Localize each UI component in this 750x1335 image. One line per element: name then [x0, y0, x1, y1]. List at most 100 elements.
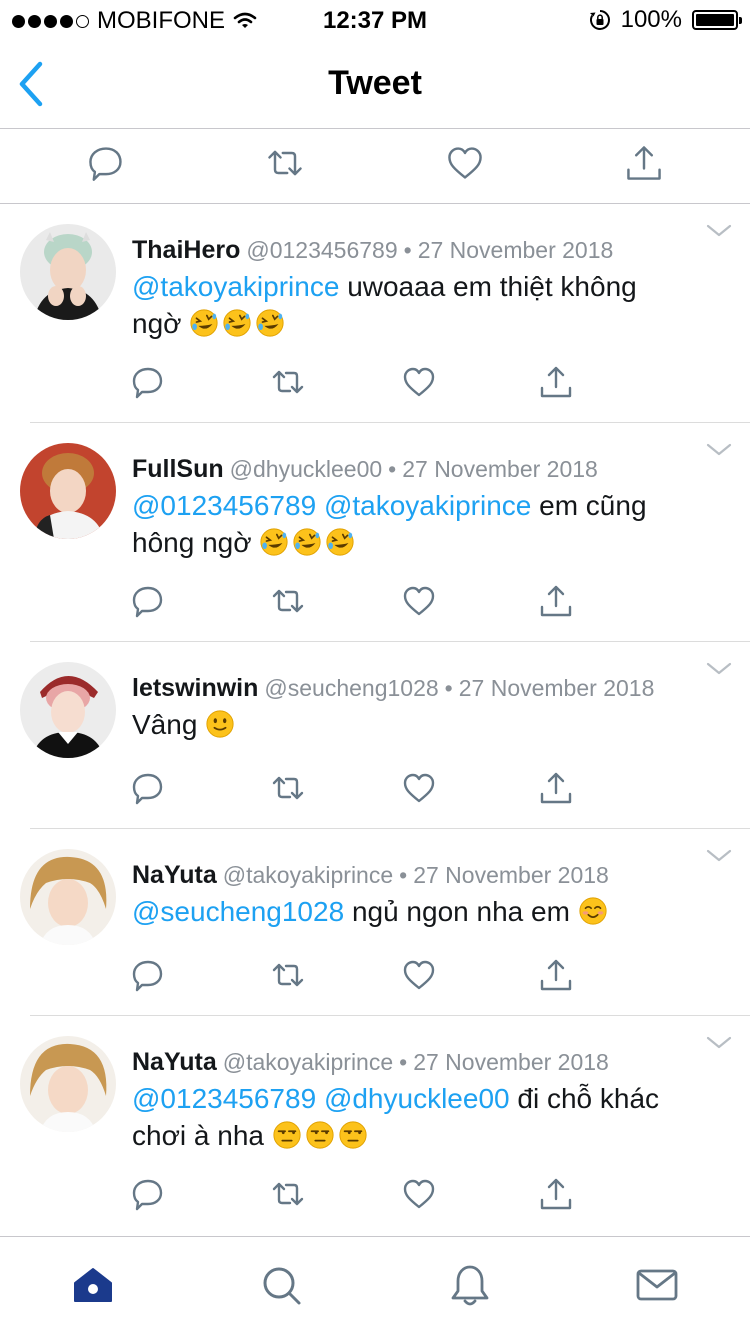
share-icon[interactable]: [538, 583, 574, 619]
wifi-icon: [233, 12, 257, 28]
reply-item[interactable]: NaYuta @takoyakiprince • 27 November 2018 @…: [0, 1016, 750, 1234]
retweet-icon[interactable]: [270, 957, 306, 993]
chevron-down-icon[interactable]: [706, 443, 732, 457]
chevron-down-icon[interactable]: [706, 662, 732, 676]
tweet-text: @takoyakiprince uwoaaa em thiệt không ng…: [132, 271, 637, 339]
unamused-emoji: [272, 1120, 302, 1150]
reply-actions: [0, 957, 750, 997]
rofl-emoji: [255, 308, 285, 338]
like-icon[interactable]: [401, 583, 437, 619]
notifications-icon[interactable]: [448, 1263, 492, 1307]
like-icon[interactable]: [401, 957, 437, 993]
reply-icon[interactable]: [130, 957, 166, 993]
share-icon[interactable]: [538, 770, 574, 806]
rofl-emoji: [292, 527, 322, 557]
retweet-icon[interactable]: [265, 143, 305, 183]
reply-item[interactable]: FullSun @dhyucklee00 • 27 November 2018 @01…: [0, 423, 750, 641]
tweet-text: @0123456789 @takoyakiprince em cũng hông…: [132, 490, 647, 558]
user-handle[interactable]: @0123456789: [246, 237, 397, 263]
reply-header: ThaiHero @0123456789 • 27 November 2018: [132, 236, 613, 265]
unamused-emoji: [338, 1120, 368, 1150]
rofl-emoji: [325, 527, 355, 557]
tweet-text: @seucheng1028 ngủ ngon nha em: [132, 893, 712, 930]
chevron-down-icon[interactable]: [706, 1036, 732, 1050]
mention-link[interactable]: @takoyakiprince: [324, 490, 531, 521]
like-icon[interactable]: [445, 143, 485, 183]
battery-icon: [692, 10, 742, 30]
display-name[interactable]: letswinwin: [132, 674, 258, 702]
like-icon[interactable]: [401, 1176, 437, 1212]
retweet-icon[interactable]: [270, 770, 306, 806]
avatar[interactable]: [20, 662, 116, 758]
reply-icon[interactable]: [86, 143, 126, 183]
avatar[interactable]: [20, 224, 116, 320]
tweet-date: 27 November 2018: [417, 237, 614, 263]
reply-header: NaYuta @takoyakiprince • 27 November 2018: [132, 861, 609, 890]
mention-link[interactable]: @takoyakiprince: [132, 271, 339, 302]
user-handle[interactable]: @takoyakiprince: [223, 862, 393, 888]
user-handle[interactable]: @takoyakiprince: [223, 1049, 393, 1075]
share-icon[interactable]: [624, 143, 664, 183]
avatar[interactable]: [20, 1036, 116, 1132]
reply-actions: [0, 583, 750, 623]
status-bar-left: MOBIFONE: [12, 7, 257, 35]
meta-separator: •: [388, 456, 397, 482]
tweet-date: 27 November 2018: [402, 456, 598, 482]
like-icon[interactable]: [401, 364, 437, 400]
user-handle[interactable]: @dhyucklee00: [230, 456, 383, 482]
avatar[interactable]: [20, 443, 116, 539]
reply-icon[interactable]: [130, 1176, 166, 1212]
slightly-smiling-emoji: [205, 709, 235, 739]
mention-link[interactable]: @dhyucklee00: [324, 1083, 510, 1114]
tweet-date: 27 November 2018: [413, 862, 609, 888]
unamused-emoji: [305, 1120, 335, 1150]
reply-icon[interactable]: [130, 364, 166, 400]
navigation-bar: Tweet: [0, 40, 750, 129]
battery-percent: 100%: [620, 6, 682, 33]
chevron-down-icon[interactable]: [706, 224, 732, 238]
mention-link[interactable]: @seucheng1028: [132, 896, 344, 927]
meta-separator: •: [399, 1049, 408, 1075]
display-name[interactable]: NaYuta: [132, 1048, 217, 1076]
reply-item[interactable]: NaYuta @takoyakiprince • 27 November 2018 @…: [0, 829, 750, 1015]
signal-strength-icon: [12, 14, 89, 28]
tweet-text: @0123456789 @dhyucklee00 đi chỗ khác chơ…: [132, 1083, 660, 1151]
page-title: Tweet: [328, 64, 422, 102]
main-tweet-actions: [0, 129, 750, 204]
tweet-date: 27 November 2018: [413, 1049, 609, 1075]
share-icon[interactable]: [538, 957, 574, 993]
retweet-icon[interactable]: [270, 1176, 306, 1212]
blush-emoji: [578, 896, 608, 926]
mention-link[interactable]: @0123456789: [132, 1083, 316, 1114]
share-icon[interactable]: [538, 364, 574, 400]
share-icon[interactable]: [538, 1176, 574, 1212]
reply-icon[interactable]: [130, 770, 166, 806]
user-handle[interactable]: @seucheng1028: [264, 675, 438, 701]
reply-header: letswinwin @seucheng1028 • 27 November 2018: [132, 674, 654, 703]
reply-item[interactable]: ThaiHero @0123456789 • 27 November 2018 @ta…: [0, 204, 750, 422]
display-name[interactable]: NaYuta: [132, 861, 217, 889]
home-icon[interactable]: [71, 1263, 115, 1307]
meta-separator: •: [399, 862, 408, 888]
mention-link[interactable]: @0123456789: [132, 490, 316, 521]
carrier-label: MOBIFONE: [97, 7, 226, 34]
rofl-emoji: [222, 308, 252, 338]
display-name[interactable]: ThaiHero: [132, 236, 240, 264]
display-name[interactable]: FullSun: [132, 455, 224, 483]
like-icon[interactable]: [401, 770, 437, 806]
rotation-lock-icon: [589, 10, 610, 30]
avatar[interactable]: [20, 849, 116, 945]
retweet-icon[interactable]: [270, 583, 306, 619]
meta-separator: •: [444, 675, 453, 701]
rofl-emoji: [259, 527, 289, 557]
retweet-icon[interactable]: [270, 364, 306, 400]
reply-actions: [0, 1176, 750, 1216]
reply-header: NaYuta @takoyakiprince • 27 November 2018: [132, 1048, 609, 1077]
reply-actions: [0, 364, 750, 404]
search-icon[interactable]: [259, 1263, 303, 1307]
messages-icon[interactable]: [635, 1263, 679, 1307]
tweet-date: 27 November 2018: [458, 675, 655, 701]
reply-icon[interactable]: [130, 583, 166, 619]
reply-item[interactable]: letswinwin @seucheng1028 • 27 November 2018…: [0, 642, 750, 828]
chevron-down-icon[interactable]: [706, 849, 732, 863]
